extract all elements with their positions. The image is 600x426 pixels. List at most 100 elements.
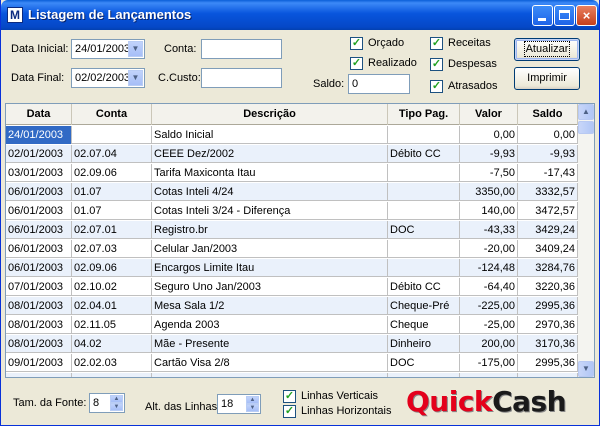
close-icon: × xyxy=(582,8,591,23)
table-row[interactable]: 08/01/2003 02.04.01 Mesa Sala 1/2 Cheque-Pr… xyxy=(6,297,578,315)
table-row[interactable]: 06/01/2003 02.07.03 Celular Jan/2003 -20,00… xyxy=(6,240,578,258)
table-row[interactable]: 06/01/2003 01.07 Cotas Inteli 3/24 - Difer… xyxy=(6,202,578,220)
cell-conta: 02.04.01 xyxy=(72,297,152,315)
table-row[interactable]: 03/01/2003 02.09.06 Tarifa Maxiconta Itau -… xyxy=(6,164,578,182)
cell-saldo: -9,93 xyxy=(518,145,578,163)
cell-saldo: 3429,24 xyxy=(518,221,578,239)
cell-valor: 0,00 xyxy=(460,126,518,144)
cell-data: 06/01/2003 xyxy=(6,259,72,277)
cell-saldo: 2305,36 xyxy=(518,373,578,377)
table-row[interactable]: 08/01/2003 04.02 Mãe - Presente Dinheiro 200… xyxy=(6,335,578,353)
spin-down-icon[interactable]: ▼ xyxy=(110,403,123,411)
table-row[interactable]: 09/01/2003 02.02.03 Cartão Visa 2/8 DOC -175… xyxy=(6,354,578,372)
cell-tipo-pag xyxy=(388,259,460,277)
cell-tipo-pag xyxy=(388,202,460,220)
maximize-button[interactable] xyxy=(554,5,575,26)
cell-valor: -175,00 xyxy=(460,354,518,372)
ccusto-input[interactable] xyxy=(201,68,282,88)
check-icon: ✓ xyxy=(430,58,443,71)
scroll-down-icon[interactable]: ▼ xyxy=(578,361,594,377)
table-row[interactable]: 08/01/2003 02.11.05 Agenda 2003 Cheque -25,0… xyxy=(6,316,578,334)
cell-descricao: Tarifa Maxiconta Itau xyxy=(152,164,388,182)
atualizar-button[interactable]: Atualizar xyxy=(514,38,580,61)
col-header-descricao[interactable]: Descrição xyxy=(152,104,388,125)
cell-descricao: Encargos Limite Itau xyxy=(152,259,388,277)
cell-conta: 02.04.02 xyxy=(72,373,152,377)
atualizar-label: Atualizar xyxy=(523,41,571,57)
logo-cash: Cash xyxy=(492,385,567,418)
data-inicial-value: 24/01/2003 xyxy=(75,43,131,55)
cell-data: 08/01/2003 xyxy=(6,335,72,353)
cell-descricao: Registro.br xyxy=(152,221,388,239)
cell-saldo: 2970,36 xyxy=(518,316,578,334)
data-final-label: Data Final: xyxy=(11,72,65,84)
tam-fonte-spinner[interactable]: 8 ▲ ▼ xyxy=(89,393,125,413)
data-final-combo[interactable]: 02/02/2003 ▼ xyxy=(71,68,145,88)
table-row[interactable]: 06/01/2003 01.07 Cotas Inteli 4/24 3350,00 3… xyxy=(6,183,578,201)
quickcash-logo: QuickCash xyxy=(406,384,567,420)
ccusto-label: C.Custo: xyxy=(158,72,201,84)
cell-conta: 01.07 xyxy=(72,183,152,201)
window-title: Listagem de Lançamentos xyxy=(28,7,192,22)
maximize-icon xyxy=(559,10,570,20)
table-row[interactable]: 13/01/200302.04.02Computador 2/3Cheque-P… xyxy=(6,373,578,377)
check-icon: ✓ xyxy=(350,57,363,70)
cell-data: 03/01/2003 xyxy=(6,164,72,182)
lancamentos-grid[interactable]: Data Conta Descrição Tipo Pag. Valor Sal… xyxy=(5,103,595,378)
table-row[interactable]: 07/01/2003 02.10.02 Seguro Uno Jan/2003 Déb… xyxy=(6,278,578,296)
table-row[interactable]: 24/01/2003 Saldo Inicial 0,00 0,00 xyxy=(6,126,578,144)
imprimir-button[interactable]: Imprimir xyxy=(514,67,580,90)
cell-saldo: 0,00 xyxy=(518,126,578,144)
scroll-up-icon[interactable]: ▲ xyxy=(578,104,594,120)
cell-descricao: Celular Jan/2003 xyxy=(152,240,388,258)
scroll-thumb[interactable] xyxy=(578,121,594,134)
title-bar[interactable]: M Listagem de Lançamentos × xyxy=(1,0,599,30)
check-icon: ✓ xyxy=(283,405,296,418)
col-header-tipo-pag[interactable]: Tipo Pag. xyxy=(388,104,460,125)
linhas-horizontais-label: Linhas Horizontais xyxy=(301,405,392,417)
cell-tipo-pag: DOC xyxy=(388,354,460,372)
cell-conta: 01.07 xyxy=(72,202,152,220)
despesas-label: Despesas xyxy=(448,58,497,70)
spin-down-icon[interactable]: ▼ xyxy=(246,404,259,412)
table-row[interactable]: 02/01/2003 02.07.04 CEEE Dez/2002 Débito CC… xyxy=(6,145,578,163)
cell-conta: 02.09.06 xyxy=(72,259,152,277)
cell-tipo-pag: Dinheiro xyxy=(388,335,460,353)
saldo-label: Saldo: xyxy=(313,78,345,90)
cell-descricao: Computador 2/3 xyxy=(152,373,388,377)
table-row[interactable]: 06/01/2003 02.07.01 Registro.br DOC -43,33 34… xyxy=(6,221,578,239)
cell-descricao: Saldo Inicial xyxy=(152,126,388,144)
alt-linhas-spinner[interactable]: 18 ▲ ▼ xyxy=(217,394,261,414)
saldo-input[interactable] xyxy=(348,74,410,94)
cell-valor: -9,93 xyxy=(460,145,518,163)
cell-data: 08/01/2003 xyxy=(6,297,72,315)
cell-descricao: Agenda 2003 xyxy=(152,316,388,334)
chevron-down-icon[interactable]: ▼ xyxy=(128,70,143,86)
conta-input[interactable] xyxy=(201,39,282,59)
cell-tipo-pag: Cheque-Pré xyxy=(388,373,460,377)
spin-up-icon[interactable]: ▲ xyxy=(110,395,123,403)
data-inicial-combo[interactable]: 24/01/2003 ▼ xyxy=(71,39,145,59)
tam-fonte-label: Tam. da Fonte: xyxy=(13,397,87,409)
cell-tipo-pag xyxy=(388,183,460,201)
cell-data: 07/01/2003 xyxy=(6,278,72,296)
cell-descricao: Mãe - Presente xyxy=(152,335,388,353)
cell-valor: -25,00 xyxy=(460,316,518,334)
alt-linhas-value: 18 xyxy=(221,398,234,410)
cell-data: 08/01/2003 xyxy=(6,316,72,334)
table-row[interactable]: 06/01/2003 02.09.06 Encargos Limite Itau -1… xyxy=(6,259,578,277)
check-icon: ✓ xyxy=(283,390,296,403)
chevron-down-icon[interactable]: ▼ xyxy=(128,41,143,57)
cell-data: 06/01/2003 xyxy=(6,202,72,220)
col-header-conta[interactable]: Conta xyxy=(72,104,152,125)
check-icon: ✓ xyxy=(430,80,443,93)
close-button[interactable]: × xyxy=(576,5,597,26)
col-header-saldo[interactable]: Saldo xyxy=(518,104,578,125)
cell-tipo-pag xyxy=(388,126,460,144)
minimize-button[interactable] xyxy=(532,5,553,26)
cell-valor: -225,00 xyxy=(460,297,518,315)
col-header-valor[interactable]: Valor xyxy=(460,104,518,125)
col-header-data[interactable]: Data xyxy=(6,104,72,125)
spin-up-icon[interactable]: ▲ xyxy=(246,396,259,404)
vertical-scrollbar[interactable]: ▲ ▼ xyxy=(578,104,594,377)
